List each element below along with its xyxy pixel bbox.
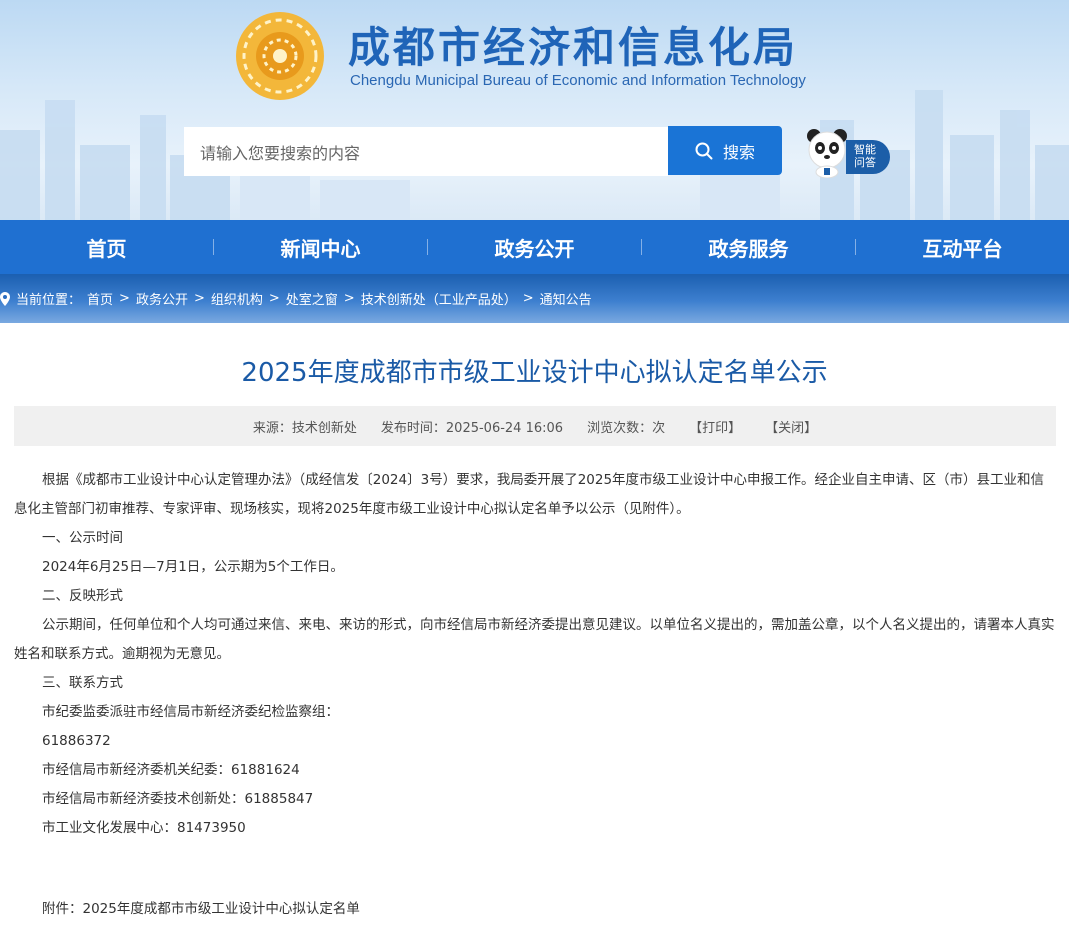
nav-item-interaction[interactable]: 互动平台: [856, 233, 1069, 262]
breadcrumb-item-departments[interactable]: 处室之窗: [286, 289, 338, 308]
breadcrumb-item-gov-info[interactable]: 政务公开: [136, 289, 188, 308]
article-title: 2025年度成都市市级工业设计中心拟认定名单公示: [241, 358, 828, 388]
contact-line: 61886372: [42, 733, 111, 749]
contact-line: 市经信局市新经济委技术创新处：61885847: [42, 791, 314, 807]
search-button-label: 搜索: [722, 142, 755, 162]
nav-item-home[interactable]: 首页: [0, 233, 213, 262]
breadcrumb-item-notices[interactable]: 通知公告: [540, 289, 592, 308]
paragraph: 公示期间，任何单位和个人均可通过来信、来电、来访的形式，向市经信局市新经济委提出…: [14, 617, 1055, 662]
search-button[interactable]: 搜索: [668, 126, 782, 175]
location-pin-icon: [0, 291, 10, 306]
contact-line: 市纪委监委派驻市经信局市新经济委纪检监察组：: [42, 704, 339, 720]
site-header: 成都市经济和信息化局 Chengdu Municipal Bureau of E…: [0, 0, 1069, 220]
breadcrumb-separator: >: [343, 291, 355, 306]
smart-qa-label-line2: 问答: [854, 156, 876, 169]
paragraph-intro: 根据《成都市工业设计中心认定管理办法》（成经信发〔2024〕3号）要求，我局委开…: [14, 472, 1045, 517]
article-publish-time: 发布时间：2025-06-24 16:06: [380, 420, 564, 436]
breadcrumb-label: 当前位置：: [16, 293, 82, 308]
breadcrumb-item-organization[interactable]: 组织机构: [211, 289, 263, 308]
article-body: 根据《成都市工业设计中心认定管理办法》（成经信发〔2024〕3号）要求，我局委开…: [14, 466, 1056, 843]
search-icon: [695, 142, 713, 159]
breadcrumb-item-tech-innovation[interactable]: 技术创新处（工业产品处）: [361, 289, 517, 308]
sun-emblem-icon: [236, 12, 324, 100]
section-heading: 三、联系方式: [42, 675, 123, 691]
nav-item-news[interactable]: 新闻中心: [214, 233, 427, 262]
section-heading: 二、反映形式: [42, 588, 123, 604]
smart-qa-label: 智能 问答: [846, 140, 890, 174]
paragraph: 2024年6月25日—7月1日，公示期为5个工作日。: [42, 559, 344, 575]
print-button[interactable]: 【打印】: [689, 417, 741, 436]
close-button[interactable]: 【关闭】: [765, 417, 817, 436]
article-meta: 来源：技术创新处 发布时间：2025-06-24 16:06 浏览次数：次 【打…: [14, 406, 1056, 446]
site-title: 成都市经济和信息化局: [348, 23, 799, 72]
contact-line: 市工业文化发展中心：81473950: [42, 820, 246, 836]
search-input[interactable]: 请输入您要搜索的内容: [184, 127, 668, 176]
smart-qa-button[interactable]: 智能 问答: [804, 126, 890, 178]
breadcrumb-separator: >: [268, 291, 280, 306]
breadcrumb-separator: >: [522, 291, 534, 306]
breadcrumb-separator: >: [193, 291, 205, 306]
site-subtitle: Chengdu Municipal Bureau of Economic and…: [350, 72, 806, 89]
panda-mascot-icon: [807, 129, 847, 178]
article-source: 来源：技术创新处: [252, 420, 357, 436]
attachment-link[interactable]: 附件：2025年度成都市市级工业设计中心拟认定名单: [42, 897, 360, 917]
nav-item-gov-info[interactable]: 政务公开: [428, 233, 641, 262]
breadcrumb-separator: >: [119, 291, 130, 306]
search-placeholder: 请输入您要搜索的内容: [200, 143, 361, 163]
smart-qa-label-line1: 智能: [854, 143, 876, 156]
breadcrumb-item-home[interactable]: 首页: [87, 289, 113, 308]
main-nav: 首页 新闻中心 政务公开 政务服务 互动平台: [0, 220, 1069, 274]
breadcrumb: 当前位置： 首页 > 政务公开 > 组织机构 > 处室之窗 > 技术创新处（工业…: [0, 274, 1069, 323]
nav-item-gov-services[interactable]: 政务服务: [642, 233, 855, 262]
contact-line: 市经信局市新经济委机关纪委：61881624: [42, 762, 300, 778]
bureau-logo[interactable]: [234, 10, 326, 102]
article-views: 浏览次数：次: [587, 420, 666, 436]
section-heading: 一、公示时间: [42, 530, 123, 546]
